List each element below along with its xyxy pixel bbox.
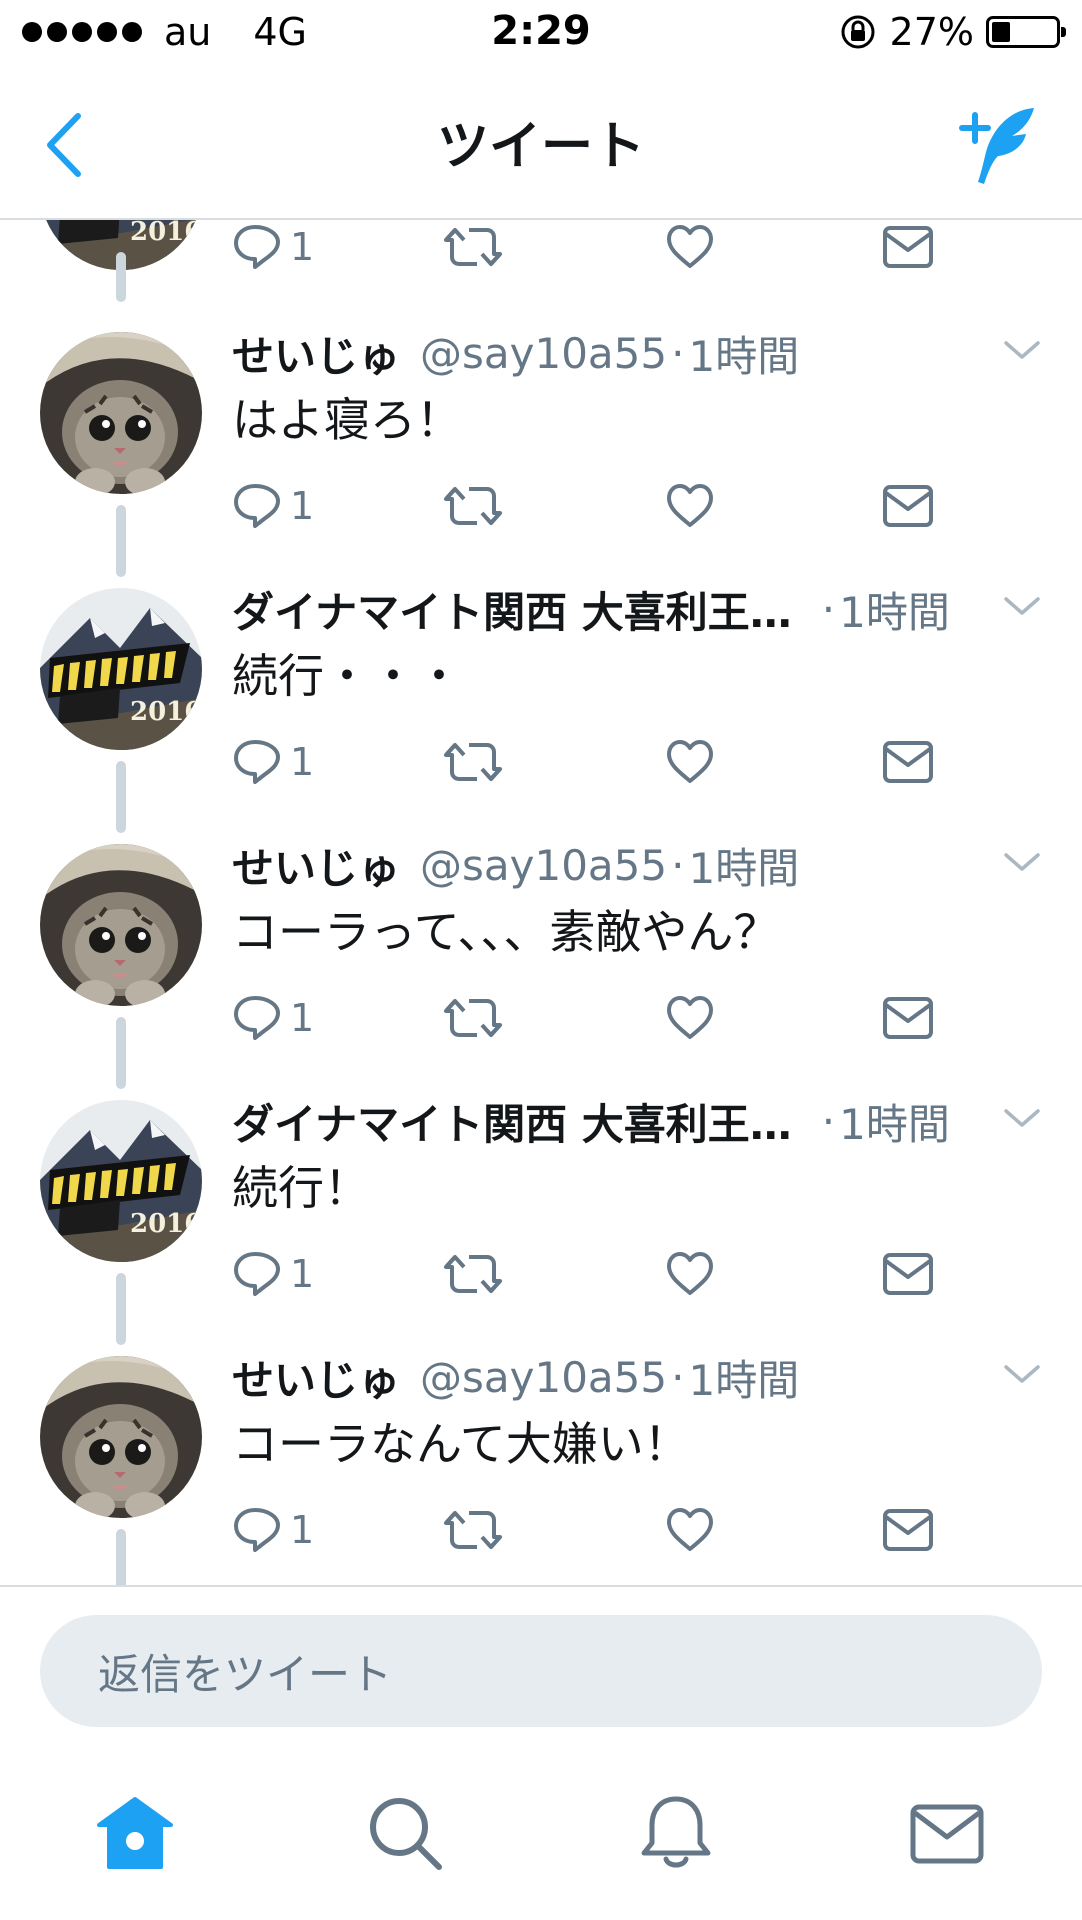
conversation-thread: 1 せいじゅ @say10a55 · 1時間 はよ寝ろ！ 1 ダイナマイト関西 … (0, 220, 1082, 1585)
reply-button[interactable]: 1 (232, 1244, 314, 1304)
like-button[interactable] (664, 476, 716, 536)
retweet-button[interactable] (442, 988, 504, 1048)
tweet-actions: 1 (232, 476, 972, 536)
reply-count: 1 (290, 225, 315, 269)
status-right: 27% (838, 10, 1066, 54)
tweet-time: 1時間 (688, 331, 800, 381)
tweet-author-handle[interactable]: @say10a55 (420, 841, 667, 890)
separator: · (671, 328, 685, 378)
chevron-down-icon[interactable] (1002, 847, 1042, 877)
thread-connector (116, 505, 126, 577)
tweet-header: せいじゅ @say10a55 · 1時間 (232, 1349, 1042, 1405)
like-button[interactable] (664, 220, 716, 277)
reply-input[interactable]: 返信をツイート (40, 1615, 1042, 1727)
messages-icon[interactable] (907, 1793, 987, 1873)
separator: · (671, 840, 685, 890)
tweet-header: ダイナマイト関西 大喜利王… · 1時間 (232, 1093, 1042, 1149)
direct-message-button[interactable] (882, 988, 934, 1048)
tweet-text: コーラって、、、素敵やん？ (232, 905, 780, 959)
tweet-actions: 1 (232, 732, 972, 792)
rotation-lock-icon (841, 15, 875, 49)
tweet-time: 1時間 (839, 587, 950, 637)
like-button[interactable] (664, 1244, 716, 1304)
like-button[interactable] (664, 988, 716, 1048)
reply-button[interactable]: 1 (232, 732, 314, 792)
chevron-down-icon[interactable] (1002, 1359, 1042, 1389)
avatar[interactable] (40, 844, 202, 1006)
chevron-down-icon[interactable] (1002, 1103, 1042, 1133)
thread-connector (116, 761, 126, 833)
battery-percent: 27% (889, 10, 974, 54)
reply-count: 1 (290, 996, 315, 1040)
retweet-button[interactable] (442, 476, 504, 536)
tweet-time: 1時間 (839, 1099, 950, 1149)
avatar[interactable] (40, 1100, 202, 1262)
tweet-author-name[interactable]: ダイナマイト関西 大喜利王… (232, 1091, 792, 1152)
tweet-actions: 1 (232, 220, 972, 277)
tweet-time: 1時間 (688, 1355, 800, 1405)
thread-connector (116, 1529, 126, 1585)
reply-count: 1 (290, 1252, 315, 1296)
reply-button[interactable]: 1 (232, 220, 314, 277)
reply-button[interactable]: 1 (232, 988, 314, 1048)
retweet-button[interactable] (442, 1244, 504, 1304)
battery-icon (986, 16, 1066, 48)
tweet-text: 続行・・・ (232, 649, 462, 703)
thread-connector (116, 1273, 126, 1345)
direct-message-button[interactable] (882, 1244, 934, 1304)
tweet-header: せいじゅ @say10a55 · 1時間 (232, 325, 1042, 381)
reply-button[interactable]: 1 (232, 476, 314, 536)
tweet-author-name[interactable]: せいじゅ (232, 835, 400, 896)
tweet-author-name[interactable]: せいじゅ (232, 1347, 400, 1408)
tweet-author-name[interactable]: ダイナマイト関西 大喜利王… (232, 579, 792, 640)
separator: · (671, 1352, 685, 1402)
reply-count: 1 (290, 484, 315, 528)
tweet-actions: 1 (232, 1500, 972, 1560)
reply-count: 1 (290, 740, 315, 784)
thread-connector (116, 1017, 126, 1089)
notifications-icon[interactable] (636, 1793, 716, 1873)
tweet-text: はよ寝ろ！ (232, 393, 462, 447)
tweet-actions: 1 (232, 1244, 972, 1304)
avatar[interactable] (40, 332, 202, 494)
tweet-header: ダイナマイト関西 大喜利王… · 1時間 (232, 581, 1042, 637)
tweet-time: 1時間 (688, 843, 800, 893)
like-button[interactable] (664, 732, 716, 792)
reply-button[interactable]: 1 (232, 1500, 314, 1560)
reply-count: 1 (290, 1508, 315, 1552)
tweet-author-handle[interactable]: @say10a55 (420, 1353, 667, 1402)
avatar[interactable] (40, 1356, 202, 1518)
search-icon[interactable] (365, 1793, 445, 1873)
avatar[interactable] (40, 588, 202, 750)
nav-bar: ツイート (0, 70, 1082, 220)
thread-connector (116, 252, 126, 302)
direct-message-button[interactable] (882, 732, 934, 792)
chevron-down-icon[interactable] (1002, 335, 1042, 365)
tweet-header: せいじゅ @say10a55 · 1時間 (232, 837, 1042, 893)
tweet-author-name[interactable]: せいじゅ (232, 323, 400, 384)
retweet-button[interactable] (442, 1500, 504, 1560)
tweet-actions: 1 (232, 988, 972, 1048)
home-icon[interactable] (95, 1793, 175, 1873)
direct-message-button[interactable] (882, 220, 934, 277)
tab-bar (0, 1755, 1082, 1920)
tweet-text: 続行！ (232, 1161, 370, 1215)
like-button[interactable] (664, 1500, 716, 1560)
chevron-down-icon[interactable] (1002, 591, 1042, 621)
direct-message-button[interactable] (882, 476, 934, 536)
tweet-text: コーラなんて大嫌い！ (232, 1417, 690, 1471)
reply-bar: 返信をツイート (0, 1585, 1082, 1757)
retweet-button[interactable] (442, 732, 504, 792)
status-bar: au 4G 2:29 27% (0, 0, 1082, 70)
retweet-button[interactable] (442, 220, 504, 277)
page-title: ツイート (436, 117, 645, 177)
tweet-author-handle[interactable]: @say10a55 (420, 329, 667, 378)
compose-tweet-button[interactable] (954, 100, 1044, 190)
separator: · (821, 1096, 836, 1146)
direct-message-button[interactable] (882, 1500, 934, 1560)
separator: · (821, 584, 836, 634)
